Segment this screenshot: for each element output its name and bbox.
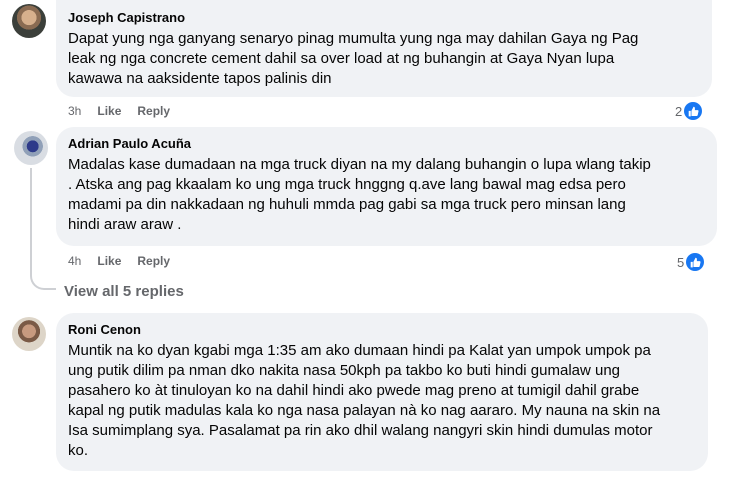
like-button[interactable]: Like <box>97 104 121 118</box>
comment-bubble: Adrian Paulo Acuña Madalas kase dumadaan… <box>56 127 717 246</box>
comment-author[interactable]: Adrian Paulo Acuña <box>68 135 705 152</box>
like-icon <box>684 102 703 120</box>
reaction-summary[interactable]: 2 <box>675 102 703 120</box>
comment-timestamp[interactable]: 4h <box>68 254 81 268</box>
comment-timestamp[interactable]: 3h <box>68 104 81 118</box>
avatar[interactable] <box>12 317 46 351</box>
comment-author[interactable]: Joseph Capistrano <box>68 9 700 26</box>
comment-text: Dapat yung nga ganyang senaryo pinag mum… <box>68 30 639 87</box>
like-button[interactable]: Like <box>97 254 121 268</box>
reply-button[interactable]: Reply <box>137 104 170 118</box>
view-replies-link[interactable]: View all 5 replies <box>64 283 184 300</box>
comment-actions: 4h Like Reply <box>68 254 170 268</box>
avatar[interactable] <box>12 4 46 38</box>
comment-text: Madalas kase dumadaan na mga truck diyan… <box>68 156 651 233</box>
comment-bubble: Joseph Capistrano Dapat yung nga ganyang… <box>56 0 712 97</box>
comment-actions: 3h Like Reply <box>68 104 170 118</box>
avatar[interactable] <box>14 131 48 165</box>
comment-bubble: Roni Cenon Muntik na ko dyan kgabi mga 1… <box>56 313 708 471</box>
thread-connector <box>30 168 56 290</box>
reply-button[interactable]: Reply <box>137 254 170 268</box>
like-icon <box>686 253 705 271</box>
reaction-count: 5 <box>677 254 685 270</box>
reaction-summary[interactable]: 5 <box>677 253 705 271</box>
comment-author[interactable]: Roni Cenon <box>68 321 696 338</box>
reaction-count: 2 <box>675 103 683 119</box>
comment-text: Muntik na ko dyan kgabi mga 1:35 am ako … <box>68 342 661 459</box>
